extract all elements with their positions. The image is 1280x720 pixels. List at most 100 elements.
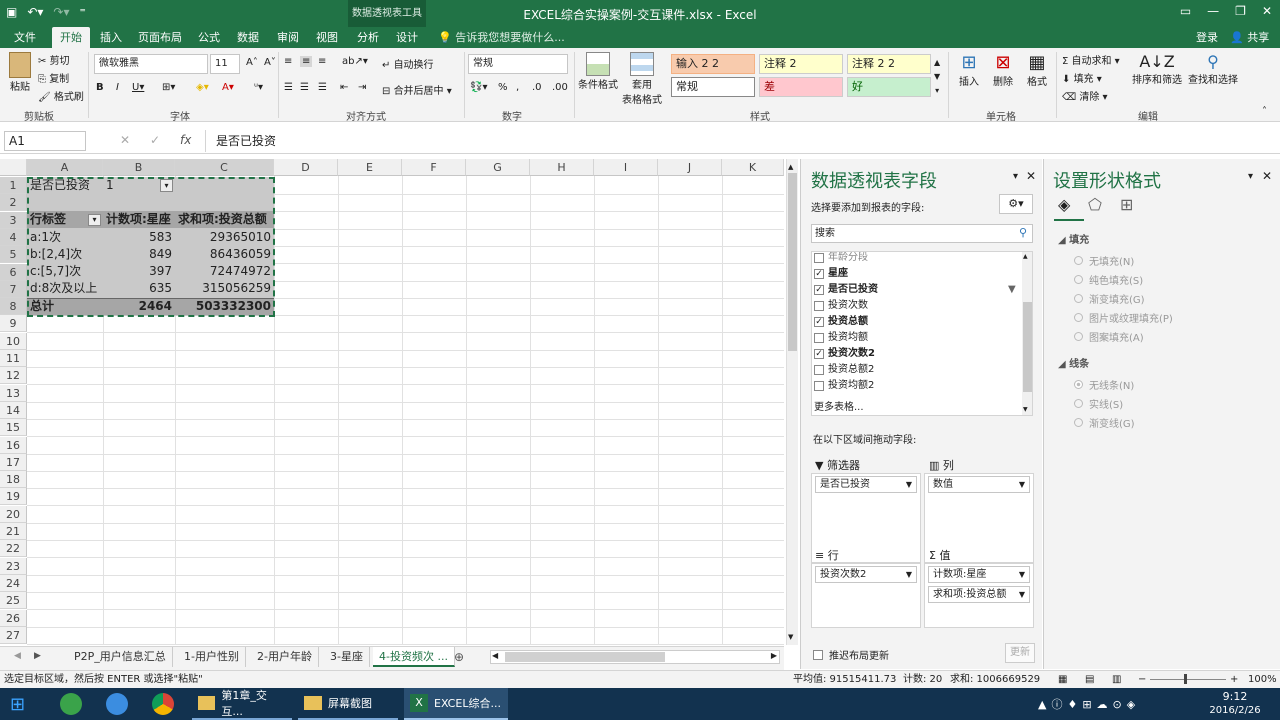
dropdown-icon[interactable]: ▼ — [906, 567, 912, 582]
align-right-icon[interactable]: ☰ — [318, 82, 327, 93]
row-header[interactable]: 22 — [0, 540, 27, 558]
radio[interactable] — [1074, 418, 1083, 427]
field-item-invest-count2[interactable]: ✓ 投资次数2 — [814, 346, 875, 362]
conditional-format-button[interactable]: 条件格式 — [578, 52, 618, 91]
tab-formulas[interactable]: 公式 — [190, 27, 228, 48]
sheet-tab[interactable]: 2-用户年龄 — [251, 647, 319, 667]
name-box[interactable]: A1 — [4, 131, 86, 151]
zoom-level[interactable]: 100% — [1248, 671, 1277, 688]
checkbox[interactable]: ✓ — [814, 285, 824, 295]
copy-button[interactable]: ⎘ 复制 — [38, 70, 69, 85]
radio[interactable] — [1074, 275, 1083, 284]
filter-field-pill[interactable]: 是否已投资 ▼ — [815, 476, 917, 493]
row-header[interactable]: 9 — [0, 315, 27, 333]
spreadsheet-grid[interactable]: A B C D E F G H I J K 1 2 3 4 5 6 7 8 9 10 11 12 13 1… — [0, 159, 784, 645]
border-icon[interactable]: ⊞▾ — [162, 82, 175, 93]
decrease-indent-icon[interactable]: ⇤ — [340, 82, 348, 93]
clock-date[interactable]: 2016/2/26 — [1208, 705, 1262, 716]
row-header[interactable]: 17 — [0, 453, 27, 471]
fill-option[interactable]: 图片或纹理填充(P) — [1074, 310, 1173, 325]
dropdown-icon[interactable]: ▼ — [1019, 477, 1025, 492]
row-header[interactable]: 21 — [0, 523, 27, 540]
row-header[interactable]: 8 — [0, 298, 27, 316]
close-icon[interactable]: ✕ — [1262, 4, 1272, 18]
horizontal-scrollbar[interactable]: ◀ ▶ — [490, 650, 780, 664]
taskbar-pinned[interactable] — [146, 688, 180, 720]
field-item-age-band[interactable]: 年龄分段 — [814, 252, 868, 266]
normal-view-icon[interactable]: ▦ — [1058, 671, 1067, 688]
font-grow-icon[interactable]: A˄ — [246, 57, 258, 68]
field-item-zodiac[interactable]: ✓ 星座 — [814, 266, 848, 282]
clock-time[interactable]: 9:12 — [1210, 690, 1260, 703]
share-button[interactable]: 👤 共享 — [1222, 27, 1277, 48]
format-as-table-button[interactable]: 套用 表格格式 — [620, 52, 664, 106]
start-button[interactable]: ⊞ — [4, 688, 31, 720]
column-header[interactable]: F — [402, 159, 466, 176]
zoom-slider[interactable] — [1150, 679, 1226, 680]
checkbox[interactable]: ✓ — [814, 349, 824, 359]
column-header[interactable]: A — [27, 159, 103, 176]
row-header[interactable]: 4 — [0, 228, 27, 246]
radio[interactable] — [1074, 399, 1083, 408]
field-item-invested[interactable]: ✓ 是否已投资 — [814, 282, 878, 298]
styles-scroll-icon[interactable]: ▲ ▼ ▾ — [934, 56, 940, 98]
scroll-right-icon[interactable]: ▶ — [771, 651, 777, 660]
values-field-pill[interactable]: 求和项:投资总额 ▼ — [928, 586, 1030, 603]
orientation-icon[interactable]: ab↗▾ — [342, 56, 368, 67]
tab-design[interactable]: 设计 — [388, 27, 426, 48]
zoom-out-icon[interactable]: − — [1138, 671, 1146, 688]
zoom-slider-thumb[interactable] — [1184, 674, 1187, 684]
percent-icon[interactable]: % — [498, 82, 508, 93]
row-header[interactable]: 6 — [0, 263, 27, 281]
checkbox[interactable] — [813, 649, 823, 660]
row-header[interactable]: 7 — [0, 280, 27, 298]
row-header[interactable]: 16 — [0, 436, 27, 454]
row-header[interactable]: 20 — [0, 505, 27, 523]
gear-icon[interactable]: ⚙▾ — [999, 194, 1033, 214]
size-properties-icon[interactable]: ⊞ — [1120, 195, 1133, 214]
row-header[interactable]: 3 — [0, 211, 27, 229]
checkbox[interactable] — [814, 253, 824, 263]
row-header[interactable]: 12 — [0, 367, 27, 385]
minimize-icon[interactable]: — — [1207, 4, 1219, 18]
row-header[interactable]: 26 — [0, 609, 27, 627]
find-select-button[interactable]: ⚲ 查找和选择 — [1186, 52, 1240, 86]
scroll-down-icon[interactable]: ▼ — [788, 633, 793, 641]
next-sheet-icon[interactable]: ▶ — [34, 651, 41, 661]
field-search-input[interactable]: 搜索 — [811, 224, 1033, 243]
italic-icon[interactable]: I — [116, 82, 119, 93]
sign-in-link[interactable]: 登录 — [1188, 27, 1226, 48]
phonetic-icon[interactable]: ᵘ▾ — [254, 82, 263, 93]
font-color-icon[interactable]: A▾ — [222, 82, 234, 93]
format-painter-button[interactable]: 🖌 格式刷 — [38, 88, 84, 103]
column-header[interactable]: H — [530, 159, 594, 176]
cell-style-note2[interactable]: 注释 2 — [759, 54, 843, 74]
column-header[interactable]: B — [103, 159, 175, 176]
row-header[interactable]: 2 — [0, 194, 27, 212]
radio[interactable] — [1074, 332, 1083, 341]
line-option[interactable]: 实线(S) — [1074, 396, 1123, 411]
taskbar-pinned[interactable] — [54, 688, 88, 720]
checkbox[interactable]: ✓ — [814, 269, 824, 279]
row-header[interactable]: 19 — [0, 488, 27, 506]
align-center-icon[interactable]: ☰ — [300, 82, 309, 93]
scroll-thumb[interactable] — [505, 652, 665, 662]
field-item-invest-total2[interactable]: 投资总额2 — [814, 362, 874, 378]
fill-button[interactable]: ⬇ 填充 ▾ — [1062, 70, 1102, 85]
row-header[interactable]: 15 — [0, 419, 27, 437]
pane-options-icon[interactable]: ▾ — [1013, 171, 1018, 182]
fill-option[interactable]: 无填充(N) — [1074, 253, 1134, 268]
tab-review[interactable]: 审阅 — [269, 27, 307, 48]
paste-button[interactable]: 粘贴 — [6, 52, 34, 93]
cell-style-note22[interactable]: 注释 2 2 — [847, 54, 931, 74]
align-bottom-icon[interactable]: ≡ — [318, 56, 326, 67]
select-all-corner[interactable] — [0, 159, 27, 176]
fill-option[interactable]: 图案填充(A) — [1074, 329, 1144, 344]
tab-page-layout[interactable]: 页面布局 — [130, 27, 190, 48]
underline-icon[interactable]: U▾ — [132, 82, 144, 93]
tab-insert[interactable]: 插入 — [92, 27, 130, 48]
enter-icon[interactable]: ✓ — [150, 133, 160, 147]
taskbar-window[interactable]: 屏幕截图 — [298, 688, 398, 720]
tell-me-box[interactable]: 💡 告诉我您想要做什么... — [430, 27, 573, 48]
cut-button[interactable]: ✂ 剪切 — [38, 52, 70, 67]
